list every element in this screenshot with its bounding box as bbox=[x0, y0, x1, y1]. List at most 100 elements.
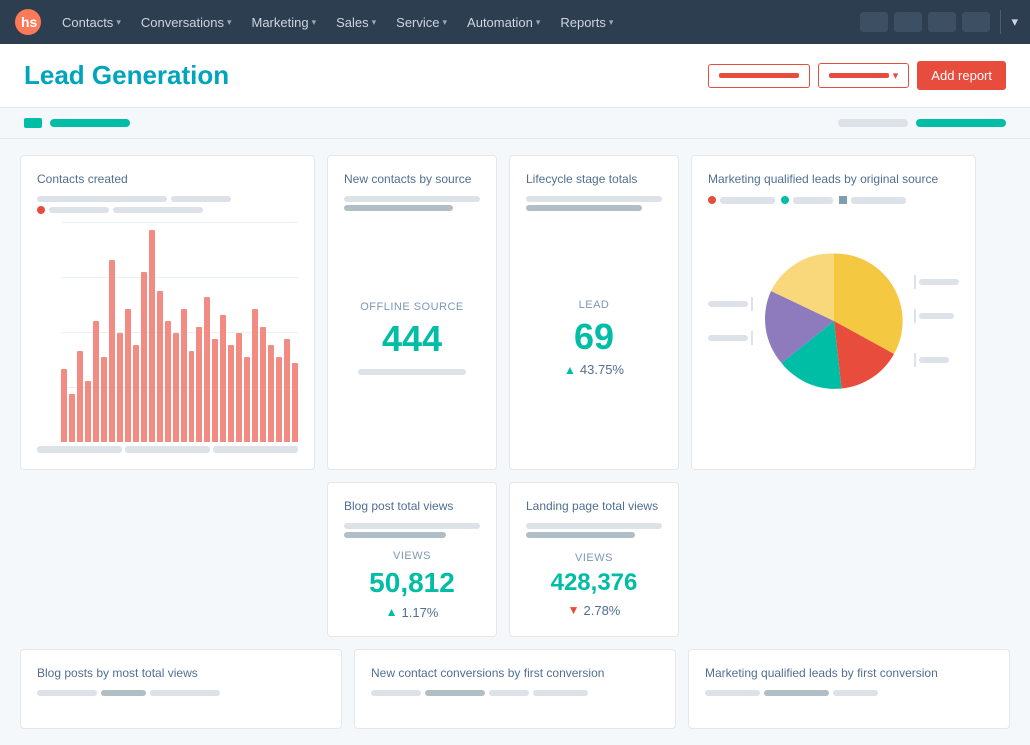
chart-bar bbox=[117, 333, 123, 442]
chart-bar-item bbox=[61, 230, 67, 442]
arrow-up-icon: ▲ bbox=[386, 605, 398, 619]
chart-bar-item bbox=[109, 230, 115, 442]
blog-views-title: Blog post total views bbox=[344, 499, 480, 513]
toolbar-left bbox=[24, 118, 130, 128]
nav-right: ▾ bbox=[860, 10, 1018, 34]
nav-icon-3[interactable] bbox=[928, 12, 956, 32]
bottom-card-title-1: New contact conversions by first convers… bbox=[371, 666, 659, 680]
chart-bar bbox=[212, 339, 218, 442]
chart-bar-item bbox=[181, 230, 187, 442]
nav-icon-1[interactable] bbox=[860, 12, 888, 32]
lifecycle-subtitle: LEAD bbox=[579, 299, 610, 311]
chevron-down-icon: ▾ bbox=[312, 17, 317, 28]
chart-bar bbox=[133, 345, 139, 442]
chart-bar bbox=[109, 260, 115, 442]
chart-bar-item bbox=[149, 230, 155, 442]
landing-views-subtitle: VIEWS bbox=[575, 552, 613, 564]
nav-item-automation[interactable]: Automation ▾ bbox=[457, 0, 550, 44]
legend-blue bbox=[839, 196, 906, 204]
nav-item-marketing[interactable]: Marketing ▾ bbox=[241, 0, 326, 44]
filter-button-1[interactable] bbox=[708, 64, 810, 88]
legend-dot-blue bbox=[839, 196, 847, 204]
landing-views-title: Landing page total views bbox=[526, 499, 662, 513]
cards-row-bottom: Blog posts by most total views New conta… bbox=[20, 649, 1010, 729]
nav-icon-2[interactable] bbox=[894, 12, 922, 32]
card-bottom-2: Marketing qualified leads by first conve… bbox=[688, 649, 1010, 729]
chart-bar bbox=[189, 351, 195, 442]
chevron-down-icon: ▾ bbox=[609, 17, 614, 28]
nav-dropdown-button[interactable]: ▾ bbox=[1011, 14, 1018, 30]
card-lifecycle-stage: Lifecycle stage totals LEAD 69 ▲ 43.75% bbox=[509, 155, 679, 470]
chart-bar-item bbox=[165, 230, 171, 442]
pie-chart-container bbox=[708, 216, 959, 426]
header-actions: ▾ Add report bbox=[708, 61, 1006, 90]
nav-item-contacts[interactable]: Contacts ▾ bbox=[52, 0, 131, 44]
chevron-down-icon: ▾ bbox=[536, 17, 541, 28]
page-title: Lead Generation bbox=[24, 60, 229, 91]
toolbar-pill-teal bbox=[916, 119, 1006, 127]
chart-bar-item bbox=[77, 230, 83, 442]
chart-bar-item bbox=[133, 230, 139, 442]
nav-item-service[interactable]: Service ▾ bbox=[386, 0, 457, 44]
toolbar-pill-active bbox=[50, 119, 130, 127]
card-landing-views: Landing page total views VIEWS 428,376 ▼… bbox=[509, 482, 679, 637]
chart-x-label-group bbox=[213, 446, 298, 453]
chevron-down-icon: ▾ bbox=[372, 17, 377, 28]
chart-bar-item bbox=[69, 230, 75, 442]
chart-bar bbox=[141, 272, 147, 442]
arrow-up-icon: ▲ bbox=[564, 363, 576, 377]
hubspot-logo[interactable]: hs bbox=[12, 6, 44, 38]
chart-bar-item bbox=[284, 230, 290, 442]
card-bottom-0: Blog posts by most total views bbox=[20, 649, 342, 729]
chart-bar-item bbox=[85, 230, 91, 442]
chart-bar-item bbox=[141, 230, 147, 442]
chart-bar bbox=[276, 357, 282, 442]
add-report-button[interactable]: Add report bbox=[917, 61, 1006, 90]
chart-x-labels bbox=[37, 446, 298, 453]
card-mql-source: Marketing qualified leads by original so… bbox=[691, 155, 976, 470]
new-contacts-value: 444 bbox=[382, 319, 442, 359]
chart-bar bbox=[173, 333, 179, 442]
nav-icon-4[interactable] bbox=[962, 12, 990, 32]
chart-bar bbox=[244, 357, 250, 442]
chart-bar-item bbox=[189, 230, 195, 442]
chart-bar bbox=[228, 345, 234, 442]
chart-bar-item bbox=[260, 230, 266, 442]
chart-bar-item bbox=[101, 230, 107, 442]
cards-row-top: Contacts created bbox=[20, 155, 1010, 470]
card-new-contacts-source: New contacts by source OFFLINE SOURCE 44… bbox=[327, 155, 497, 470]
landing-views-change: ▼ 2.78% bbox=[568, 603, 621, 618]
navbar: hs Contacts ▾ Conversations ▾ Marketing … bbox=[0, 0, 1030, 44]
nav-item-conversations[interactable]: Conversations ▾ bbox=[131, 0, 242, 44]
chart-x-label-group bbox=[125, 446, 210, 453]
chevron-down-icon: ▾ bbox=[443, 17, 448, 28]
chart-bar bbox=[149, 230, 155, 442]
card-bottom-1: New contact conversions by first convers… bbox=[354, 649, 676, 729]
chevron-down-icon: ▾ bbox=[227, 17, 232, 28]
chart-bar-item bbox=[117, 230, 123, 442]
chart-bar-item bbox=[93, 230, 99, 442]
chart-bar-item bbox=[173, 230, 179, 442]
landing-views-value: 428,376 bbox=[551, 570, 638, 596]
chart-bar bbox=[69, 394, 75, 442]
nav-item-reports[interactable]: Reports ▾ bbox=[550, 0, 623, 44]
chart-bar-item bbox=[157, 230, 163, 442]
chart-bar-item bbox=[196, 230, 202, 442]
bar-chart bbox=[61, 222, 298, 442]
blog-views-value: 50,812 bbox=[369, 568, 455, 599]
chart-bar-item bbox=[244, 230, 250, 442]
page-header: Lead Generation ▾ Add report bbox=[0, 44, 1030, 108]
chart-bar bbox=[77, 351, 83, 442]
nav-item-sales[interactable]: Sales ▾ bbox=[326, 0, 386, 44]
x-axis-pill bbox=[37, 446, 122, 453]
bottom-card-title-0: Blog posts by most total views bbox=[37, 666, 325, 680]
x-axis-pill bbox=[213, 446, 298, 453]
nav-items: Contacts ▾ Conversations ▾ Marketing ▾ S… bbox=[52, 0, 860, 44]
chart-bar bbox=[181, 309, 187, 442]
chart-bar-item bbox=[220, 230, 226, 442]
chart-bar bbox=[260, 327, 266, 442]
bottom-card-title-2: Marketing qualified leads by first conve… bbox=[705, 666, 993, 680]
filter-button-2[interactable]: ▾ bbox=[818, 63, 910, 88]
chart-bar-item bbox=[212, 230, 218, 442]
nav-divider bbox=[1000, 10, 1001, 34]
